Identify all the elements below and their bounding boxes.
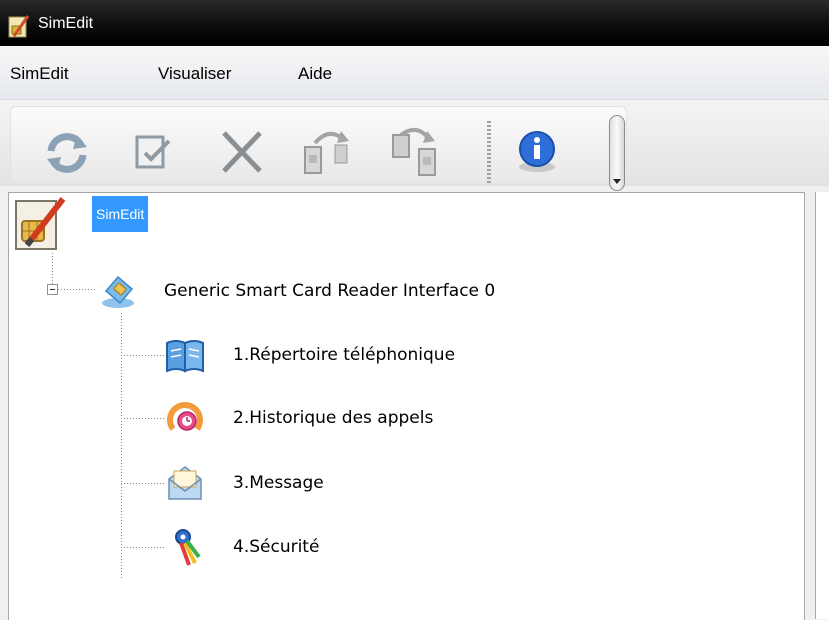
tree-connector — [52, 253, 53, 285]
tree-connector — [121, 355, 165, 356]
copy-to-pc-icon[interactable] — [389, 127, 441, 179]
tree-connector — [121, 313, 122, 579]
refresh-icon[interactable] — [41, 127, 93, 179]
phonebook-icon — [166, 340, 204, 373]
detail-panel — [815, 192, 829, 619]
info-icon[interactable] — [511, 127, 563, 179]
chevron-down-icon — [613, 179, 621, 184]
menu-aide[interactable]: Aide — [298, 64, 332, 84]
toolbar-strip — [10, 106, 627, 191]
sim-card-icon — [102, 275, 134, 308]
tree-connector — [121, 418, 165, 419]
copy-to-card-icon[interactable] — [301, 127, 353, 179]
edit-icon[interactable] — [129, 127, 181, 179]
tree-node-historique[interactable]: 2.Historique des appels — [233, 408, 433, 428]
call-history-icon — [167, 402, 203, 431]
title-bar: SimEdit — [0, 0, 829, 46]
tree-node-reader[interactable]: Generic Smart Card Reader Interface 0 — [164, 281, 495, 301]
menu-bar: SimEdit Visualiser Aide — [0, 46, 829, 100]
tree-node-securite[interactable]: 4.Sécurité — [233, 537, 319, 557]
tree-node-message[interactable]: 3.Message — [233, 473, 324, 493]
security-icon — [175, 529, 201, 566]
tree-connector — [121, 483, 165, 484]
simedit-icon — [15, 197, 66, 250]
tree-connector — [58, 289, 96, 290]
toolbar-overflow-grip[interactable] — [609, 115, 625, 191]
menu-visualiser[interactable]: Visualiser — [158, 64, 231, 84]
toolbar — [0, 100, 829, 191]
tree-view[interactable]: SimEdit Generic Smart Card Reader Interf… — [8, 192, 805, 620]
menu-simedit[interactable]: SimEdit — [10, 64, 69, 84]
simedit-app-icon — [8, 15, 30, 38]
message-icon — [168, 466, 202, 500]
delete-icon[interactable] — [216, 127, 268, 179]
tree-connector — [121, 547, 165, 548]
tree-root-simedit[interactable]: SimEdit — [92, 196, 149, 232]
window-title: SimEdit — [38, 15, 94, 32]
toolbar-separator — [487, 121, 491, 183]
tree-collapse-toggle[interactable] — [47, 284, 58, 295]
tree-node-repertoire[interactable]: 1.Répertoire téléphonique — [233, 345, 455, 365]
